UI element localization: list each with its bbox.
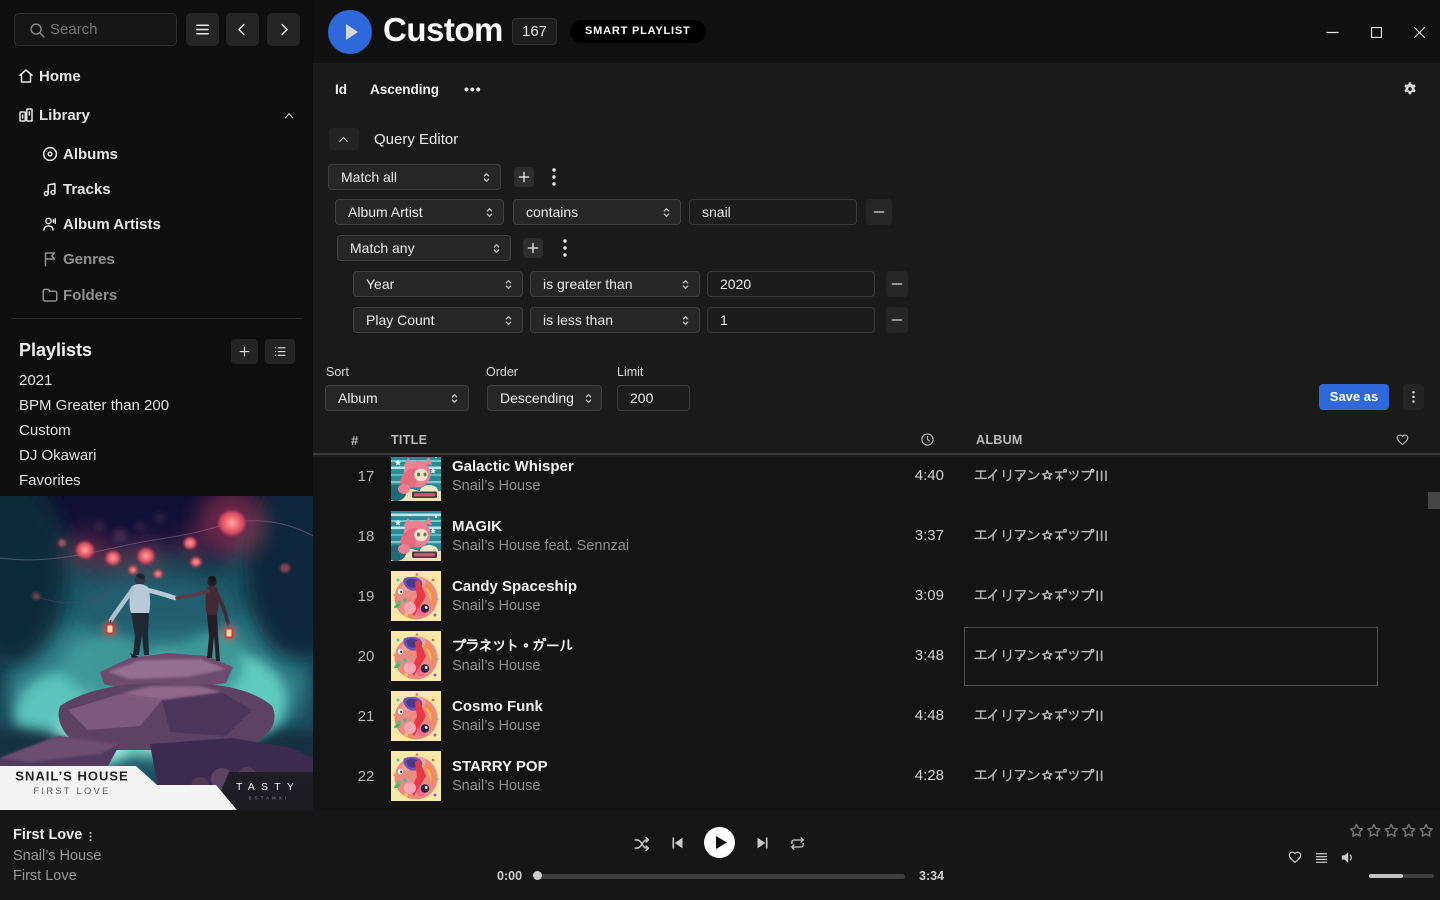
svg-text:BSTAMXI: BSTAMXI xyxy=(249,796,289,801)
svg-text:TASTY: TASTY xyxy=(236,781,300,793)
svg-text:FIRST LOVE: FIRST LOVE xyxy=(33,786,110,797)
svg-text:SNAIL’S HOUSE: SNAIL’S HOUSE xyxy=(15,769,128,784)
